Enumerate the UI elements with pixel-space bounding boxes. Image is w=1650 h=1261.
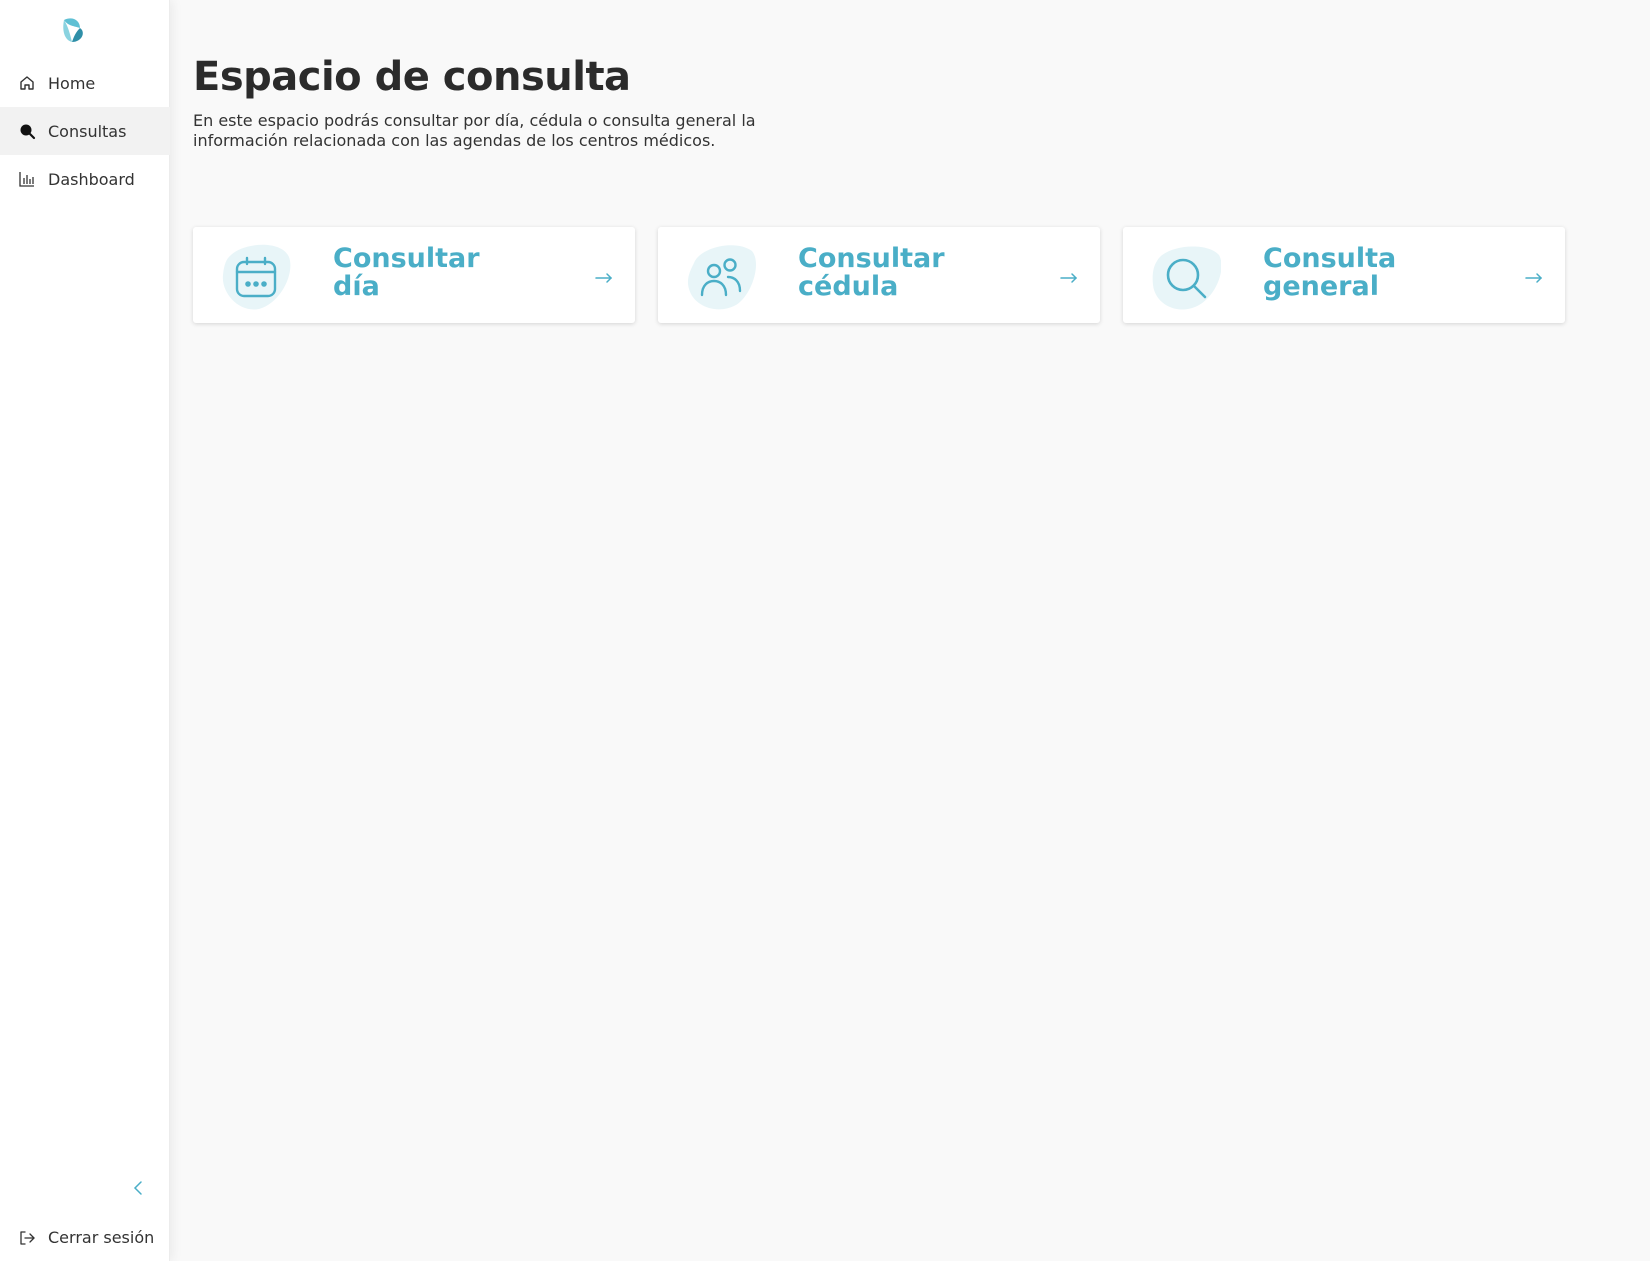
card-consulta-general[interactable]: Consulta general: [1123, 227, 1565, 323]
page-description: En este espacio podrás consultar por día…: [193, 111, 756, 150]
logout-icon: [18, 1229, 36, 1247]
page-title: Espacio de consulta: [193, 54, 631, 100]
sidebar-item-label: Home: [48, 73, 96, 93]
card-title: Consultar día: [333, 243, 480, 302]
sidebar-item-label: Consultas: [48, 121, 127, 141]
card-consultar-cedula[interactable]: Consultar cédula: [658, 227, 1100, 323]
logout-label: Cerrar sesión: [48, 1228, 155, 1247]
search-icon: [1166, 258, 1207, 299]
brand-logo[interactable]: [58, 14, 90, 46]
consult-cards: Consultar día Consultar cédula Consulta …: [193, 227, 1565, 323]
app: Home Consultas Dashboard Cerrar sesión E…: [0, 0, 1650, 1261]
logout-button[interactable]: Cerrar sesión: [18, 1228, 154, 1247]
sidebar-item-label: Dashboard: [48, 169, 135, 189]
sidebar-item-home[interactable]: Home: [0, 59, 170, 107]
home-icon: [18, 74, 36, 92]
collapse-sidebar-button[interactable]: [128, 1178, 148, 1202]
card-consultar-dia[interactable]: Consultar día: [193, 227, 635, 323]
chevron-left-icon: [133, 1180, 143, 1200]
arrow-right-icon: [595, 273, 613, 283]
sidebar: Home Consultas Dashboard Cerrar sesión: [0, 0, 170, 1261]
arrow-right-icon: [1525, 273, 1543, 283]
arrow-right-icon: [1060, 273, 1078, 283]
users-icon: [700, 258, 742, 297]
sidebar-nav: Home Consultas Dashboard: [0, 59, 170, 203]
calendar-icon: [235, 256, 277, 298]
card-title: Consultar cédula: [798, 243, 945, 302]
search-icon: [18, 122, 36, 140]
card-title: Consulta general: [1263, 243, 1397, 302]
sidebar-item-consultas[interactable]: Consultas: [0, 107, 170, 155]
sidebar-item-dashboard[interactable]: Dashboard: [0, 155, 170, 203]
bar-chart-icon: [18, 170, 36, 188]
